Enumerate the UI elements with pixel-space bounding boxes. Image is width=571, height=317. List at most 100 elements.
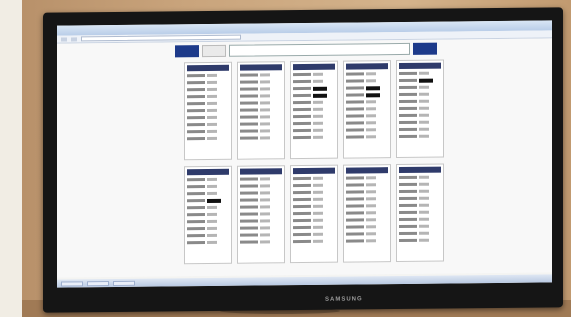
row-label	[399, 182, 417, 187]
panel-row	[399, 217, 441, 222]
panel-row	[399, 127, 441, 132]
row-value	[260, 177, 270, 181]
row-value	[366, 114, 376, 118]
row-value	[366, 225, 376, 229]
panel-row	[293, 128, 335, 133]
panel-row	[240, 176, 282, 181]
forward-icon[interactable]	[71, 36, 77, 41]
panel-row	[293, 190, 335, 195]
status-panel	[237, 61, 285, 160]
panel-row	[346, 120, 388, 125]
row-value	[313, 107, 323, 111]
row-label	[240, 191, 258, 195]
left-logo	[175, 45, 199, 58]
row-value	[260, 136, 270, 140]
row-value	[419, 238, 429, 242]
panel-row	[240, 93, 282, 98]
panel-row	[187, 177, 229, 182]
row-label	[240, 240, 258, 244]
row-label	[240, 129, 258, 133]
row-label	[240, 219, 258, 223]
row-label	[293, 121, 311, 126]
row-label	[240, 101, 258, 105]
row-label	[293, 197, 311, 202]
row-value	[207, 108, 217, 113]
row-value	[313, 183, 323, 187]
row-label	[399, 224, 417, 229]
row-value	[366, 232, 376, 236]
row-label	[346, 204, 364, 208]
row-value	[207, 122, 217, 127]
row-label	[293, 232, 311, 237]
panel-row	[346, 196, 388, 201]
panel-row	[187, 80, 229, 85]
panel-header	[346, 63, 388, 70]
taskbar-item[interactable]	[113, 280, 135, 286]
panel-row	[187, 94, 229, 99]
status-panel	[237, 165, 285, 264]
row-value	[313, 176, 323, 180]
panel-row	[240, 197, 282, 202]
row-value	[260, 240, 270, 244]
row-label	[187, 185, 205, 189]
panel-row	[187, 115, 229, 120]
row-value	[313, 218, 323, 222]
row-label	[240, 108, 258, 112]
taskbar-item[interactable]	[87, 280, 109, 286]
row-value	[207, 129, 217, 134]
panel-row	[293, 211, 335, 216]
row-label	[346, 72, 364, 76]
row-label	[346, 239, 364, 243]
row-label	[293, 86, 311, 91]
row-label	[240, 115, 258, 119]
row-value	[313, 128, 323, 132]
row-value	[207, 80, 217, 85]
row-label	[187, 227, 205, 231]
row-value	[260, 122, 270, 126]
row-label	[346, 135, 364, 139]
row-label	[293, 93, 311, 98]
panel-row	[240, 72, 282, 77]
row-value	[260, 205, 270, 209]
row-label	[240, 122, 258, 126]
row-label	[346, 93, 364, 97]
panel-header	[346, 167, 388, 174]
panel-header	[399, 166, 441, 174]
row-value	[366, 85, 380, 90]
panel-row	[187, 240, 229, 245]
row-value	[260, 184, 270, 188]
row-value	[366, 204, 376, 208]
address-field[interactable]	[81, 34, 241, 42]
back-icon[interactable]	[61, 36, 67, 42]
row-value	[366, 107, 376, 111]
panel-row	[293, 79, 335, 84]
panel-row	[240, 232, 282, 237]
row-label	[346, 225, 364, 229]
row-label	[293, 190, 311, 195]
panel-row	[346, 189, 388, 194]
status-panel	[290, 60, 338, 160]
row-value	[260, 73, 270, 77]
row-label	[346, 197, 364, 201]
panel-row	[346, 224, 388, 229]
panel-row	[187, 122, 229, 127]
row-value	[260, 212, 270, 216]
start-button[interactable]	[61, 280, 83, 287]
panel-row	[399, 120, 441, 125]
panel-row	[240, 211, 282, 216]
panel-row	[240, 128, 282, 133]
panel-row	[187, 87, 229, 92]
row-value	[313, 135, 323, 139]
row-label	[399, 189, 417, 194]
panel-row	[293, 204, 335, 209]
row-value	[207, 184, 217, 189]
row-value	[260, 198, 270, 202]
panel-row	[293, 100, 335, 105]
row-value	[419, 203, 429, 207]
panel-row	[399, 106, 441, 111]
panel-header	[187, 168, 229, 176]
row-value	[419, 175, 429, 179]
row-value	[313, 121, 323, 125]
row-label	[293, 128, 311, 133]
row-label	[399, 113, 417, 118]
